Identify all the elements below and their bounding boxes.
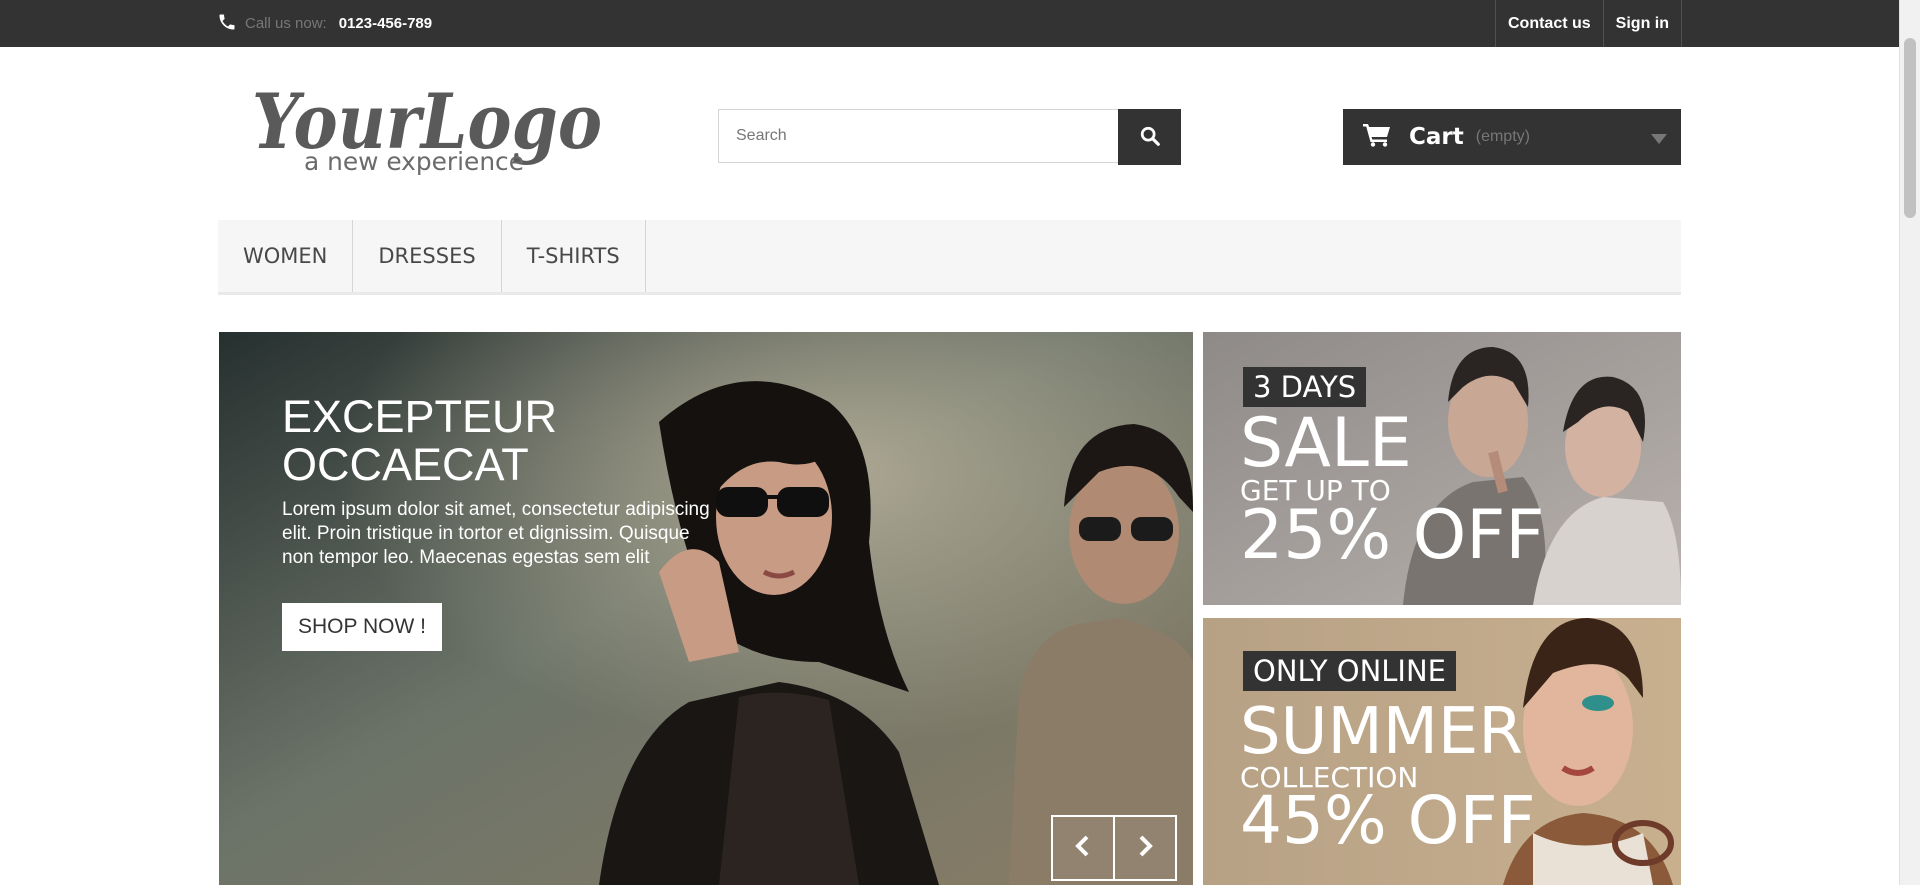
promo-banner-summer[interactable]: ONLY ONLINE SUMMER COLLECTION 45% OFF	[1203, 618, 1681, 885]
search-button[interactable]	[1118, 109, 1181, 165]
menu-item-tshirts[interactable]: T-shirts	[502, 220, 646, 292]
chevron-left-icon	[1074, 834, 1092, 863]
banner-sale-offer: 25% OFF	[1240, 496, 1545, 575]
sign-in-link[interactable]: Sign in	[1602, 0, 1682, 47]
hero-slider: EXCEPTEUR OCCAECAT Lorem ipsum dolor sit…	[219, 332, 1193, 885]
search-form	[718, 109, 1181, 165]
slide-text: Lorem ipsum dolor sit amet, consectetur …	[282, 499, 710, 568]
phone-number: 0123-456-789	[338, 15, 433, 32]
menu-item-dresses[interactable]: Dresses	[353, 220, 502, 292]
phone-icon	[217, 12, 237, 36]
slider-prev-button[interactable]	[1051, 815, 1115, 881]
slider-next-button[interactable]	[1113, 815, 1177, 881]
cart-status: (empty)	[1475, 128, 1530, 145]
contact-us-link[interactable]: Contact us	[1495, 0, 1603, 47]
top-bar: Call us now: 0123-456-789 Contact us Sig…	[0, 0, 1920, 47]
top-links: Contact us Sign in	[1495, 0, 1682, 47]
cart-icon	[1363, 123, 1391, 152]
banner-summer-offer: 45% OFF	[1240, 782, 1536, 859]
banner-summer-heading: SUMMER	[1240, 695, 1523, 769]
call-us-label: Call us now:	[245, 15, 327, 32]
banner-summer-tag: ONLY ONLINE	[1243, 651, 1457, 691]
cart-label: Cart	[1409, 124, 1464, 150]
promo-banner-sale[interactable]: 3 DAYS SALE GET UP TO 25% OFF	[1203, 332, 1681, 605]
cart-button[interactable]: Cart (empty)	[1343, 109, 1681, 165]
slider-controls	[1051, 815, 1177, 881]
scrollbar-thumb[interactable]	[1904, 38, 1916, 218]
search-icon	[1139, 125, 1161, 150]
slide-title: EXCEPTEUR OCCAECAT	[282, 391, 558, 490]
banner-sale-tag: 3 DAYS	[1243, 367, 1367, 407]
logo-tagline: a new experience	[304, 147, 524, 176]
banner-sale-heading: SALE	[1240, 404, 1412, 483]
chevron-right-icon	[1136, 834, 1154, 863]
page-scrollbar[interactable]	[1899, 0, 1920, 885]
shop-now-button[interactable]: SHOP NOW !	[282, 603, 442, 651]
site-logo[interactable]: YourLogo a new experience	[250, 70, 610, 185]
call-us: Call us now: 0123-456-789	[217, 0, 432, 47]
main-menu: Women Dresses T-shirts	[218, 220, 1681, 295]
search-input[interactable]	[718, 109, 1118, 163]
menu-item-women[interactable]: Women	[218, 220, 354, 292]
caret-down-icon	[1651, 131, 1667, 149]
